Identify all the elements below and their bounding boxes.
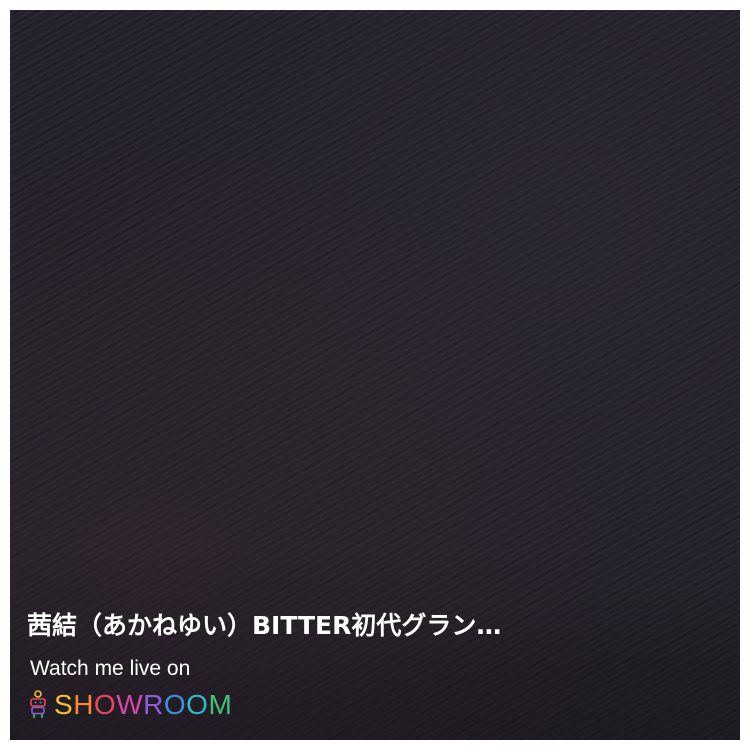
room-title: 茜結（あかねゆい）BITTER初代グラン… (27, 611, 502, 640)
brand-letter: M (208, 689, 233, 720)
brand-letter: H (73, 689, 94, 720)
brand-letter: O (186, 689, 209, 720)
brand-letter: O (93, 689, 117, 720)
showroom-wordmark: SHOWROOM (54, 688, 232, 722)
brand-letter: O (163, 689, 187, 720)
stream-thumbnail[interactable]: 茜結（あかねゆい）BITTER初代グラン… Watch me live on S… (10, 10, 740, 740)
brand-letter: W (116, 689, 144, 720)
showroom-logo: SHOWROOM (28, 688, 232, 722)
watch-me-live-text: Watch me live on (30, 657, 191, 680)
brand-letter: R (143, 689, 164, 720)
brand-letter: S (54, 689, 74, 720)
showroom-mascot-icon (30, 690, 46, 718)
